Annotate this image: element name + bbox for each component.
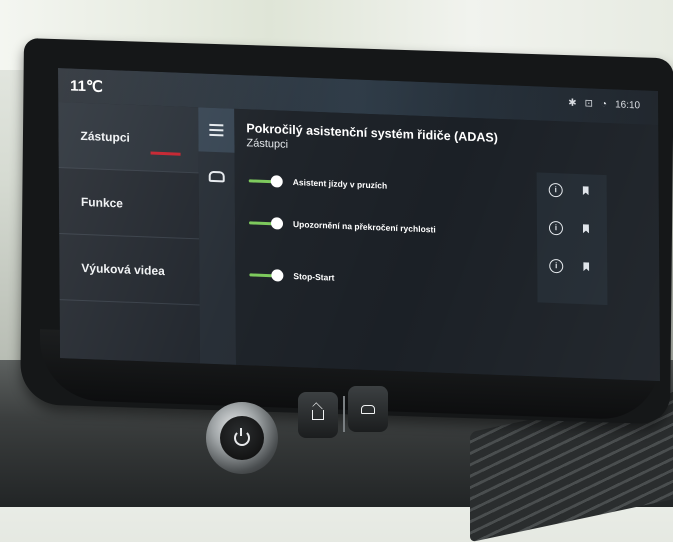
car-connect-icon: ⊡ <box>584 98 594 110</box>
row-actions: i i i <box>536 172 608 306</box>
main-panel: Pokročilý asistenční systém řidiče (ADAS… <box>234 108 661 382</box>
car-icon <box>361 404 375 414</box>
home-icon <box>312 410 324 420</box>
info-icon[interactable]: i <box>549 258 564 274</box>
page-subtitle: Zástupci <box>246 137 289 151</box>
menu-button[interactable] <box>198 107 235 153</box>
sidebar-item-functions[interactable]: Funkce <box>58 168 200 240</box>
infotainment-screen: 11℃ ✱ ⊡ ◔ 16:10 Zástupci Funkce Výuková … <box>58 68 661 382</box>
setting-label: Asistent jízdy v pruzích <box>292 177 388 191</box>
outside-temperature: 11℃ <box>70 77 103 96</box>
bookmark-icon[interactable] <box>583 224 589 233</box>
toggle-knob <box>271 269 284 282</box>
bookmark-icon[interactable] <box>583 186 589 195</box>
sidebar-item-shortcuts[interactable]: Zástupci <box>58 102 199 174</box>
speed-warning-toggle[interactable] <box>249 217 284 230</box>
info-icon[interactable]: i <box>548 182 563 198</box>
setting-label: Stop-Start <box>293 271 335 283</box>
vehicle-hardware-button[interactable] <box>348 386 388 432</box>
sidebar-item-label: Funkce <box>80 194 123 211</box>
lane-assist-toggle[interactable] <box>248 175 283 188</box>
home-hardware-button[interactable] <box>298 392 338 438</box>
status-icons: ✱ ⊡ ◔ 16:10 <box>568 98 640 112</box>
sidebar: Zástupci Funkce Výuková videa <box>58 102 201 364</box>
phone-signal-icon: ◔ <box>600 98 608 111</box>
sidebar-item-label: Výuková videa <box>81 260 165 279</box>
car-icon <box>208 170 225 182</box>
icon-rail <box>198 107 237 365</box>
sidebar-item-label: Zástupci <box>80 128 130 145</box>
sidebar-item-tutorial-videos[interactable]: Výuková videa <box>59 234 200 306</box>
power-icon <box>234 428 250 446</box>
setting-label: Upozornění na překročení rychlosti <box>292 219 436 235</box>
power-button[interactable] <box>220 416 264 460</box>
bluetooth-icon: ✱ <box>568 97 577 109</box>
bookmark-icon[interactable] <box>583 262 589 271</box>
hardware-divider <box>343 396 345 432</box>
info-icon[interactable]: i <box>548 220 564 236</box>
stop-start-toggle[interactable] <box>249 269 284 282</box>
clock: 16:10 <box>615 99 641 112</box>
toggle-knob <box>270 217 284 230</box>
vehicle-button[interactable] <box>199 153 235 198</box>
toggle-knob <box>270 175 283 188</box>
menu-icon <box>209 121 224 140</box>
